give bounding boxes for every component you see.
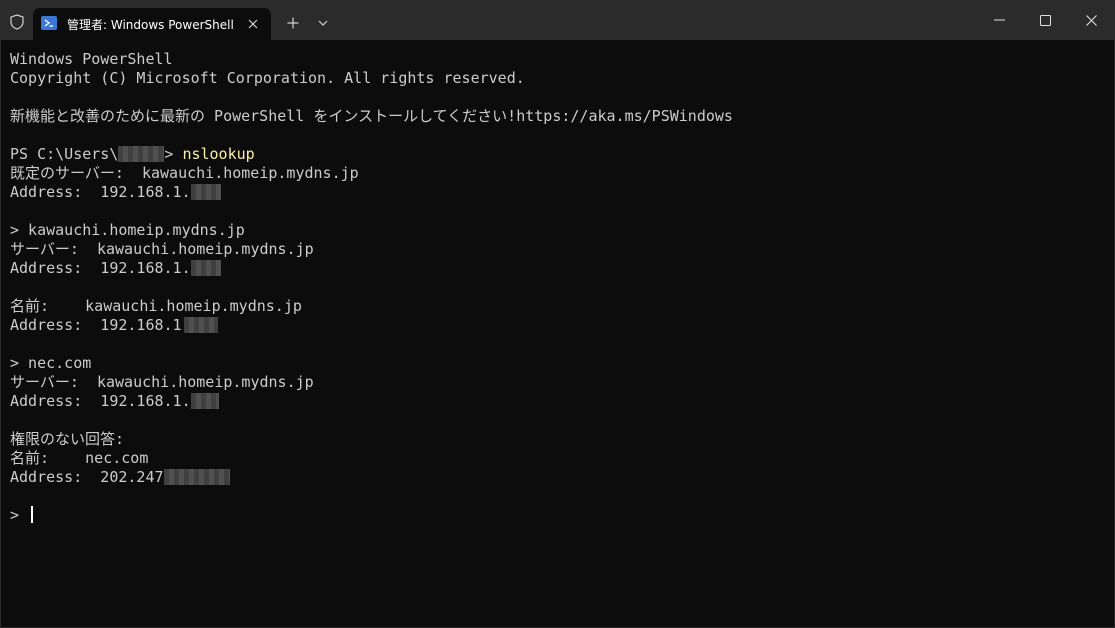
redaction-mask xyxy=(190,184,221,200)
terminal-line-prompt: PS C:\Users\ > nslookup xyxy=(10,145,255,164)
command-text: nslookup xyxy=(182,145,255,163)
terminal-line: Windows PowerShell xyxy=(10,50,173,68)
prompt-path: PS C:\Users\ xyxy=(10,145,119,163)
text-cursor xyxy=(31,506,34,523)
tab-title: 管理者: Windows PowerShell xyxy=(67,18,234,32)
terminal-line: 名前: kawauchi.homeip.mydns.jp xyxy=(10,297,302,315)
chevron-down-icon[interactable] xyxy=(313,13,333,33)
terminal-output[interactable]: Windows PowerShell Copyright (C) Microso… xyxy=(0,40,1115,628)
close-window-icon[interactable] xyxy=(1071,5,1111,35)
terminal-line-address: Address: 192.168.1. xyxy=(10,259,221,278)
terminal-line: 権限のない回答: xyxy=(10,430,125,448)
tab-powershell[interactable]: 管理者: Windows PowerShell xyxy=(33,8,271,40)
terminal-line-address: Address: 202.247 xyxy=(10,468,230,487)
terminal-line-address: Address: 192.168.1. xyxy=(10,183,221,202)
terminal-line-address: Address: 192.168.1 xyxy=(10,316,218,335)
terminal-line: Copyright (C) Microsoft Corporation. All… xyxy=(10,69,525,87)
redaction-mask xyxy=(190,260,221,276)
terminal-line-input[interactable]: > xyxy=(10,506,34,525)
minimize-icon[interactable] xyxy=(979,5,1019,35)
address-text: Address: 192.168.1. xyxy=(10,392,191,410)
terminal-line: サーバー: kawauchi.homeip.mydns.jp xyxy=(10,373,314,391)
terminal-line-address: Address: 192.168.1. xyxy=(10,392,219,411)
close-icon[interactable] xyxy=(243,14,263,34)
redaction-mask xyxy=(190,393,219,409)
redaction-mask xyxy=(183,317,218,333)
terminal-window: 管理者: Windows PowerShell Windows PowerShe… xyxy=(0,0,1115,628)
maximize-icon[interactable] xyxy=(1025,5,1065,35)
address-text: Address: 192.168.1. xyxy=(10,183,191,201)
shield-icon xyxy=(7,12,27,32)
plus-icon[interactable] xyxy=(283,13,303,33)
terminal-line: 新機能と改善のために最新の PowerShell をインストールしてください!h… xyxy=(10,107,733,125)
redaction-mask xyxy=(163,469,230,485)
terminal-line: > nec.com xyxy=(10,354,92,372)
address-text: Address: 192.168.1 xyxy=(10,316,182,334)
input-prompt: > xyxy=(10,506,29,524)
terminal-line: > kawauchi.homeip.mydns.jp xyxy=(10,221,245,239)
powershell-icon xyxy=(41,16,57,30)
prompt-end: > xyxy=(164,145,183,163)
address-text: Address: 202.247 xyxy=(10,468,164,486)
terminal-line: 名前: nec.com xyxy=(10,449,149,467)
terminal-line: サーバー: kawauchi.homeip.mydns.jp xyxy=(10,240,314,258)
title-bar[interactable]: 管理者: Windows PowerShell xyxy=(0,0,1115,40)
address-text: Address: 192.168.1. xyxy=(10,259,191,277)
terminal-line: 既定のサーバー: kawauchi.homeip.mydns.jp xyxy=(10,164,359,182)
redaction-mask xyxy=(118,146,165,162)
